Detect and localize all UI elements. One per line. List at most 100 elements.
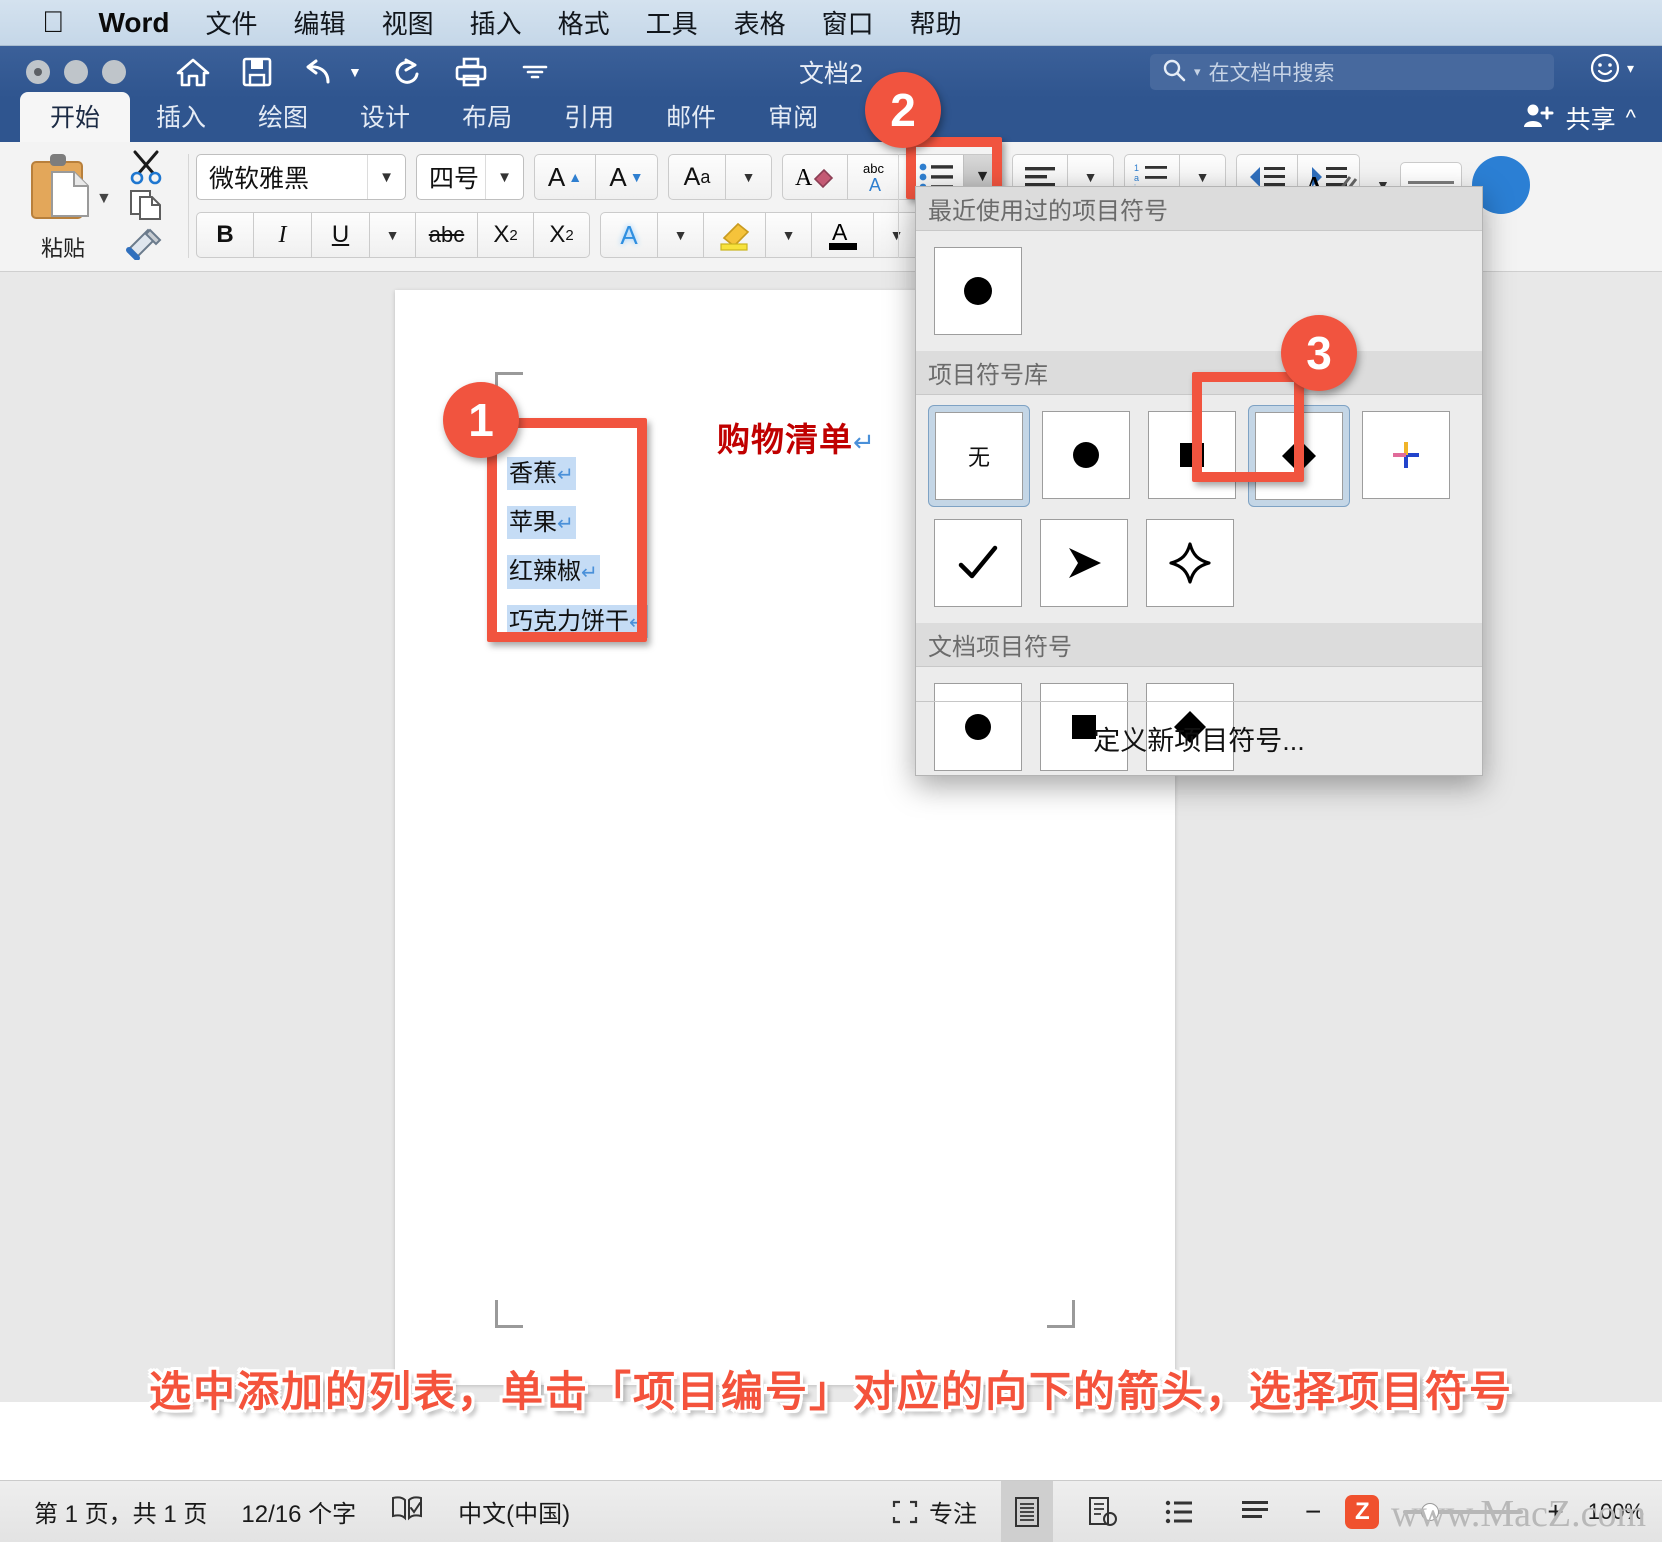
tab-home[interactable]: 开始: [20, 92, 131, 142]
app-name-label[interactable]: Word: [99, 7, 170, 39]
italic-button[interactable]: I: [254, 212, 312, 258]
bold-button[interactable]: B: [196, 212, 254, 258]
menu-item-tools[interactable]: 工具: [646, 4, 698, 41]
clear-formatting-button[interactable]: A: [782, 154, 848, 200]
section-header-recent: 最近使用过的项目符号: [916, 187, 1482, 231]
paste-dropdown-caret[interactable]: ▼: [96, 190, 112, 208]
recent-bullets-grid: [916, 231, 1482, 351]
outline-view-button[interactable]: [1153, 1481, 1205, 1542]
tab-insert[interactable]: 插入: [130, 92, 232, 142]
home-icon[interactable]: [174, 53, 212, 91]
text-effects-button[interactable]: A: [600, 212, 658, 258]
maximize-button[interactable]: [102, 60, 126, 84]
underline-button[interactable]: U: [312, 212, 370, 258]
save-icon[interactable]: [238, 53, 276, 91]
paste-label: 粘贴: [40, 236, 85, 261]
feedback-smiley[interactable]: ▾: [1589, 52, 1634, 84]
search-icon: [1162, 58, 1186, 87]
callout-box-1: [487, 418, 647, 642]
bullet-arrowhead-icon: [1040, 519, 1128, 607]
print-icon[interactable]: [452, 53, 490, 91]
web-layout-view-button[interactable]: [1077, 1481, 1129, 1542]
undo-dropdown-caret[interactable]: ▼: [348, 64, 362, 80]
copy-button[interactable]: [118, 186, 174, 224]
apple-icon[interactable]: : [42, 7, 65, 38]
tab-review[interactable]: 审阅: [742, 92, 844, 142]
focus-button[interactable]: 专注: [891, 1494, 977, 1529]
menu-item-edit[interactable]: 编辑: [294, 4, 346, 41]
format-painter-button[interactable]: [118, 224, 174, 262]
font-name-caret-icon[interactable]: ▼: [367, 155, 405, 199]
bullet-option-four-point-star[interactable]: [1140, 513, 1240, 613]
focus-label: 专注: [929, 1501, 977, 1528]
draft-icon: [1242, 1500, 1268, 1518]
search-input[interactable]: ▾ 在文档中搜索: [1150, 54, 1554, 90]
grow-font-button[interactable]: A ▲: [534, 154, 596, 200]
menu-item-file[interactable]: 文件: [206, 4, 258, 41]
customize-toolbar-icon[interactable]: [516, 53, 554, 91]
section-header-document: 文档项目符号: [916, 623, 1482, 667]
shrink-font-button[interactable]: A ▼: [596, 154, 658, 200]
bullet-option-arrowhead[interactable]: [1034, 513, 1134, 613]
change-case-group: Aa ▼: [668, 154, 772, 200]
highlighter-icon: [719, 222, 749, 251]
minimize-button[interactable]: [64, 60, 88, 84]
callout-badge-2: 2: [865, 72, 941, 148]
font-group-row1: 微软雅黑 ▼ 四号 ▼ A ▲ A ▼ Aa ▼ A abc A: [196, 154, 970, 200]
tutorial-caption: 选中添加的列表，单击「项目编号」对应的向下的箭头，选择项目符号: [148, 1368, 1513, 1415]
bullet-option-colored-cross[interactable]: [1356, 405, 1456, 507]
change-case-button[interactable]: Aa: [668, 154, 726, 200]
redo-icon[interactable]: [388, 53, 426, 91]
subscript-button[interactable]: X2: [478, 212, 534, 258]
underline-caret[interactable]: ▼: [370, 212, 416, 258]
tab-references[interactable]: 引用: [538, 92, 640, 142]
highlight-caret[interactable]: ▼: [766, 212, 812, 258]
tab-mailings[interactable]: 邮件: [640, 92, 742, 142]
text-effects-caret[interactable]: ▼: [658, 212, 704, 258]
cut-button[interactable]: [118, 148, 174, 186]
superscript-button[interactable]: X2: [534, 212, 590, 258]
undo-icon[interactable]: [302, 53, 340, 91]
change-case-caret[interactable]: ▼: [726, 154, 772, 200]
font-name-select[interactable]: 微软雅黑 ▼: [196, 154, 406, 200]
share-person-icon: [1522, 101, 1556, 136]
bullet-option-checkmark[interactable]: [928, 513, 1028, 613]
share-button[interactable]: 共享 ^: [1522, 100, 1636, 136]
tab-draw[interactable]: 绘图: [232, 92, 334, 142]
bullet-option-none[interactable]: 无: [928, 405, 1030, 507]
menu-item-insert[interactable]: 插入: [470, 4, 522, 41]
tab-design[interactable]: 设计: [334, 92, 436, 142]
menu-item-table[interactable]: 表格: [734, 4, 786, 41]
bullet-filled-circle-icon: [1042, 411, 1130, 499]
language-label[interactable]: 中文(中国): [458, 1494, 570, 1529]
font-size-steppers: A ▲ A ▼: [534, 154, 658, 200]
spelling-grammar-button[interactable]: abc A: [848, 154, 910, 200]
scissors-icon: [130, 150, 162, 185]
tab-layout[interactable]: 布局: [436, 92, 538, 142]
font-color-button[interactable]: A: [812, 212, 874, 258]
status-left-group: 第 1 页，共 1 页 12/16 个字 中文(中国): [34, 1494, 570, 1529]
svg-text:a: a: [1134, 173, 1139, 183]
print-layout-view-button[interactable]: [1001, 1480, 1053, 1542]
bullet-option-circle[interactable]: [1036, 405, 1136, 507]
font-color-caret[interactable]: ▼: [874, 212, 920, 258]
draft-view-button[interactable]: [1229, 1481, 1281, 1542]
proofing-icon[interactable]: [390, 1494, 424, 1529]
margin-marker-bottom-right: [1047, 1300, 1075, 1328]
menu-item-window[interactable]: 窗口: [822, 4, 874, 41]
menu-item-help[interactable]: 帮助: [910, 4, 962, 41]
paste-button[interactable]: 粘贴: [20, 150, 106, 263]
font-size-select[interactable]: 四号 ▼: [416, 154, 524, 200]
menu-item-view[interactable]: 视图: [382, 4, 434, 41]
font-size-caret-icon[interactable]: ▼: [485, 155, 523, 199]
define-new-bullet-button[interactable]: 定义新项目符号...: [916, 701, 1482, 775]
bullet-option-recent-circle[interactable]: [928, 241, 1028, 341]
callout-box-3: [1192, 372, 1304, 482]
zoom-out-button[interactable]: −: [1305, 1496, 1321, 1528]
chevron-up-icon[interactable]: ^: [1626, 105, 1636, 131]
strikethrough-button[interactable]: abc: [416, 212, 478, 258]
highlight-button[interactable]: [704, 212, 766, 258]
menu-item-format[interactable]: 格式: [558, 4, 610, 41]
word-count[interactable]: 12/16 个字: [241, 1494, 356, 1529]
close-button[interactable]: [26, 60, 50, 84]
